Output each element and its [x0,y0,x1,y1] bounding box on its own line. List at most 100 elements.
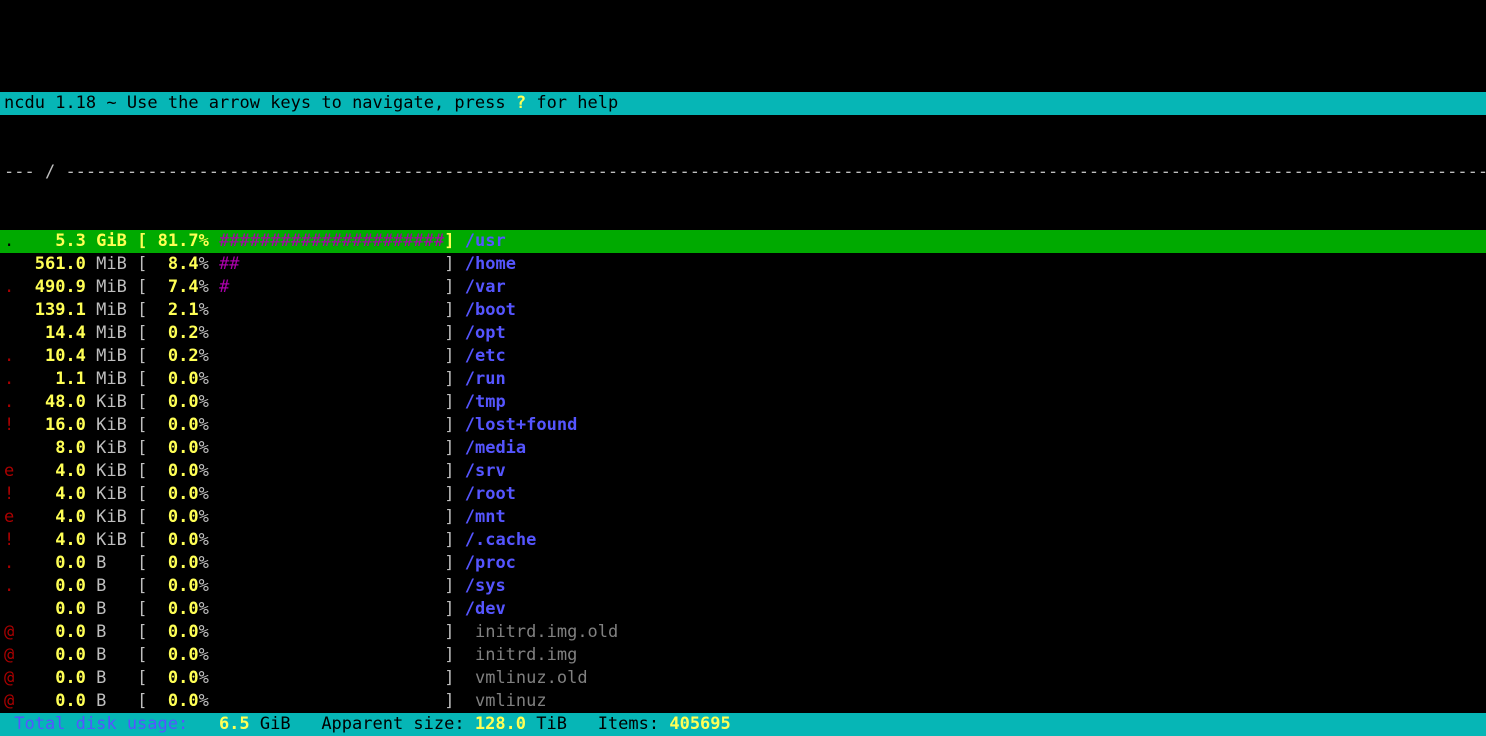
row-size: 0.0 [24,691,85,711]
items-label: Items: [567,714,669,734]
row-size-unit: B [96,576,127,596]
row-percent: 0.0 [147,438,198,458]
list-item[interactable]: @ 0.0 B [ 0.0% ] initrd.img.old [0,621,1486,644]
row-flag: . [4,552,14,575]
row-name: /sys [465,576,506,596]
list-item[interactable]: . 48.0 KiB [ 0.0% ] /tmp [0,391,1486,414]
list-item[interactable]: @ 0.0 B [ 0.0% ] vmlinuz.old [0,667,1486,690]
row-percent: 0.0 [147,553,198,573]
list-item[interactable]: . 0.0 B [ 0.0% ] /sys [0,575,1486,598]
row-flag [4,322,14,345]
row-size-unit: MiB [96,369,127,389]
row-flag: ! [4,529,14,552]
row-percent: 0.0 [147,415,198,435]
row-bar-fill: ## [219,254,239,274]
list-item[interactable]: @ 0.0 B [ 0.0% ] vmlinuz [0,690,1486,713]
row-flag: . [4,368,14,391]
row-size: 0.0 [24,668,85,688]
row-size: 0.0 [24,599,85,619]
row-size-unit: KiB [96,507,127,527]
row-size-unit: KiB [96,438,127,458]
row-flag: e [4,506,14,529]
row-size: 0.0 [24,622,85,642]
row-bar-fill: # [219,277,229,297]
list-item[interactable]: ! 4.0 KiB [ 0.0% ] /root [0,483,1486,506]
row-name: /etc [465,346,506,366]
row-flag: @ [4,667,14,690]
list-item[interactable]: 8.0 KiB [ 0.0% ] /media [0,437,1486,460]
apparent-size-label: Apparent size: [291,714,475,734]
row-name: vmlinuz.old [465,668,588,688]
row-percent: 0.0 [147,507,198,527]
help-key[interactable]: ? [516,93,526,113]
row-name: /var [465,277,506,297]
row-flag: ! [4,414,14,437]
footer-bar: Total disk usage: 6.5 GiB Apparent size:… [0,713,1486,736]
nav-hint-pre: Use the arrow keys to navigate, press [127,93,516,113]
row-size: 5.3 [24,231,85,251]
list-item[interactable]: . 1.1 MiB [ 0.0% ] /run [0,368,1486,391]
row-name: /boot [465,300,516,320]
row-size: 561.0 [24,254,85,274]
row-percent: 0.0 [147,369,198,389]
row-flag: e [4,460,14,483]
row-name: vmlinuz [465,691,547,711]
row-size-unit: KiB [96,484,127,504]
list-item[interactable]: . 0.0 B [ 0.0% ] /proc [0,552,1486,575]
list-item[interactable]: 0.0 B [ 0.0% ] /dev [0,598,1486,621]
row-percent: 0.2 [147,346,198,366]
app-version: 1.18 [55,93,96,113]
nav-hint-post: for help [526,93,618,113]
list-item[interactable]: 139.1 MiB [ 2.1% ] /boot [0,299,1486,322]
row-name: /root [465,484,516,504]
items-value: 405695 [669,714,730,734]
row-size: 490.9 [24,277,85,297]
app-name: ncdu [4,93,45,113]
row-flag: . [4,391,14,414]
row-size: 4.0 [24,530,85,550]
row-size: 1.1 [24,369,85,389]
path-line: --- / ----------------------------------… [0,161,1486,184]
row-name: /lost+found [465,415,578,435]
list-item[interactable]: . 10.4 MiB [ 0.2% ] /etc [0,345,1486,368]
row-size-unit: B [96,553,127,573]
list-item[interactable]: ! 4.0 KiB [ 0.0% ] /.cache [0,529,1486,552]
row-size-unit: KiB [96,415,127,435]
list-item[interactable]: 14.4 MiB [ 0.2% ] /opt [0,322,1486,345]
row-size: 139.1 [24,300,85,320]
row-percent: 2.1 [147,300,198,320]
row-size-unit: KiB [96,392,127,412]
row-size: 4.0 [24,507,85,527]
row-size: 8.0 [24,438,85,458]
row-size-unit: B [96,599,127,619]
row-percent: 0.0 [147,645,198,665]
row-name: /usr [465,231,506,251]
current-path: / [45,162,55,182]
row-flag: @ [4,644,14,667]
row-size-unit: MiB [96,254,127,274]
list-item[interactable]: e 4.0 KiB [ 0.0% ] /srv [0,460,1486,483]
list-item[interactable]: . 490.9 MiB [ 7.4% # ] /var [0,276,1486,299]
row-percent: 0.0 [147,599,198,619]
row-percent: 0.0 [147,461,198,481]
row-name: /run [465,369,506,389]
row-size-unit: MiB [96,300,127,320]
list-item[interactable]: @ 0.0 B [ 0.0% ] initrd.img [0,644,1486,667]
row-size-unit: B [96,622,127,642]
row-flag [4,598,14,621]
total-disk-label: Total disk usage: [4,714,219,734]
row-size: 0.0 [24,645,85,665]
file-list[interactable]: . 5.3 GiB [ 81.7% ######################… [0,230,1486,736]
list-item[interactable]: e 4.0 KiB [ 0.0% ] /mnt [0,506,1486,529]
row-flag: ! [4,483,14,506]
row-size: 0.0 [24,576,85,596]
list-item[interactable]: . 5.3 GiB [ 81.7% ######################… [0,230,1486,253]
row-percent: 7.4 [147,277,198,297]
row-size: 10.4 [24,346,85,366]
row-bar-fill: ###################### [219,231,444,251]
row-percent: 0.0 [147,622,198,642]
list-item[interactable]: 561.0 MiB [ 8.4% ## ] /home [0,253,1486,276]
row-percent: 0.2 [147,323,198,343]
row-flag [4,299,14,322]
list-item[interactable]: ! 16.0 KiB [ 0.0% ] /lost+found [0,414,1486,437]
